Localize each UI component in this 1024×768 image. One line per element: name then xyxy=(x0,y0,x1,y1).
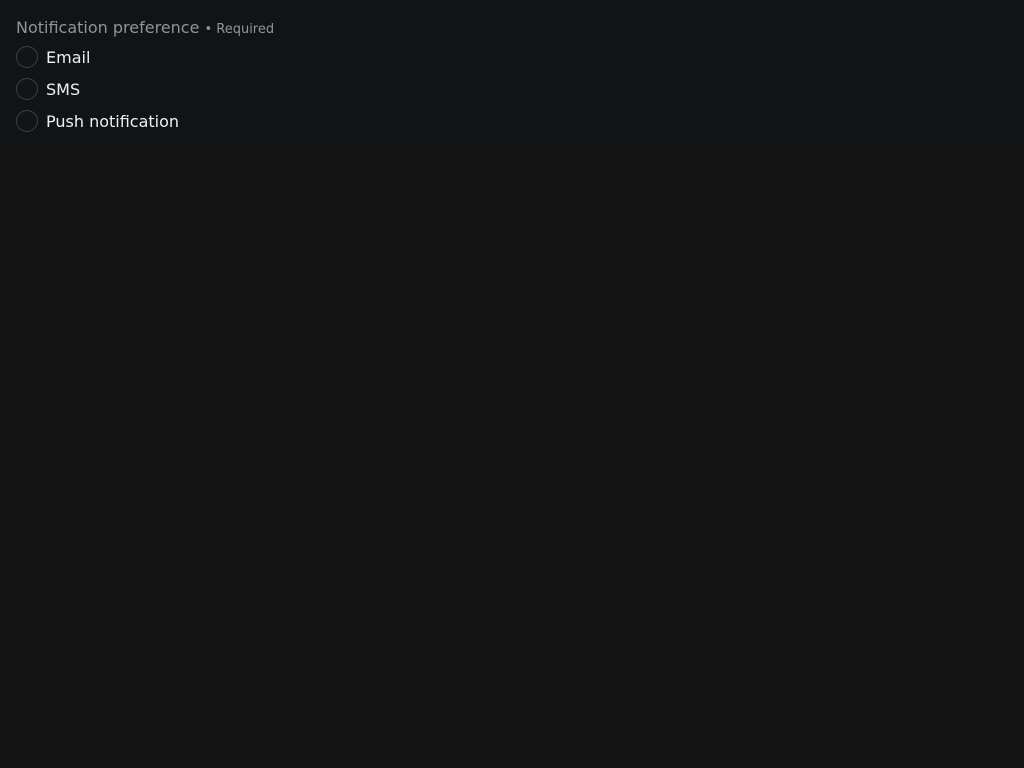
radio-button-email[interactable] xyxy=(16,46,38,68)
group-legend: Notification preference • Required xyxy=(16,17,274,39)
radio-button-push-notification[interactable] xyxy=(16,110,38,132)
notification-preference-group: Notification preference • Required Email… xyxy=(16,17,274,137)
radio-button-sms[interactable] xyxy=(16,78,38,100)
legend-label: Notification preference xyxy=(16,18,200,37)
radio-label-push-notification[interactable]: Push notification xyxy=(46,112,179,131)
required-indicator: • Required xyxy=(204,22,275,37)
radio-option-email[interactable]: Email xyxy=(16,41,274,73)
radio-label-sms[interactable]: SMS xyxy=(46,80,80,99)
form-panel: Notification preference • Required Email… xyxy=(0,0,1024,150)
radio-option-sms[interactable]: SMS xyxy=(16,73,274,105)
radio-label-email[interactable]: Email xyxy=(46,48,90,67)
radio-option-push-notification[interactable]: Push notification xyxy=(16,105,274,137)
